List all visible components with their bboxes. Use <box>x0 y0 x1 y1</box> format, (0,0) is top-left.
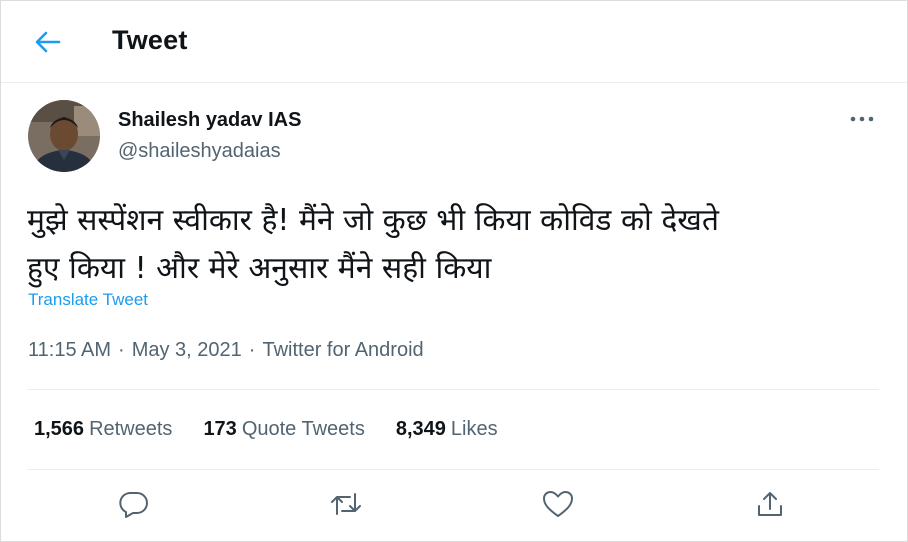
likes-stat[interactable]: 8,349 Likes <box>396 418 498 441</box>
tweet-stats: 1,566 Retweets 173 Quote Tweets 8,349 Likes <box>34 418 498 441</box>
tweet-source[interactable]: Twitter for Android <box>262 339 423 361</box>
tweet-text-line: हुए किया ! और मेरे अनुसार मैंने सही किया <box>27 251 492 286</box>
translate-tweet-link[interactable]: Translate Tweet <box>28 290 148 310</box>
arrow-left-icon <box>35 31 61 53</box>
meta-separator: · <box>248 339 256 361</box>
tweet-text-line: मुझे सस्पेंशन स्वीकार है! मैंने जो कुछ भ… <box>27 203 719 238</box>
share-button[interactable] <box>752 486 788 522</box>
retweets-label: Retweets <box>89 418 173 440</box>
like-icon <box>543 491 573 517</box>
tweet-date[interactable]: May 3, 2021 <box>132 339 242 361</box>
likes-label: Likes <box>450 418 498 440</box>
tweet-page: Tweet Shailesh yadav IAS @shaileshyadaia… <box>0 0 908 542</box>
retweet-icon <box>331 493 361 515</box>
tweet-time[interactable]: 11:15 AM <box>28 339 111 361</box>
more-icon <box>850 116 874 122</box>
page-title: Tweet <box>112 25 188 55</box>
likes-count: 8,349 <box>395 418 446 440</box>
avatar[interactable] <box>28 100 100 172</box>
author-display-name[interactable]: Shailesh yadav IAS <box>118 109 301 132</box>
retweet-button[interactable] <box>328 486 364 522</box>
reply-button[interactable] <box>116 486 152 522</box>
reply-icon <box>119 491 148 518</box>
more-options-button[interactable] <box>846 108 878 130</box>
divider <box>27 389 879 390</box>
share-icon <box>758 492 782 516</box>
divider <box>27 469 879 470</box>
author-handle[interactable]: @shaileshyadaias <box>118 140 281 163</box>
meta-separator: · <box>118 339 125 361</box>
quote-tweets-stat[interactable]: 173 Quote Tweets <box>203 418 364 441</box>
tweet-metadata: 11:15 AM · May 3, 2021 · Twitter for Android <box>28 339 424 362</box>
like-button[interactable] <box>540 486 576 522</box>
retweets-count: 1,566 <box>34 418 85 440</box>
quote-tweets-count: 173 <box>203 418 237 440</box>
quote-tweets-label: Quote Tweets <box>241 418 365 440</box>
page-header: Tweet <box>1 1 907 83</box>
back-button[interactable] <box>27 23 69 61</box>
tweet-text: मुझे सस्पेंशन स्वीकार है! मैंने जो कुछ भ… <box>27 197 877 293</box>
retweets-stat[interactable]: 1,566 Retweets <box>34 418 172 441</box>
